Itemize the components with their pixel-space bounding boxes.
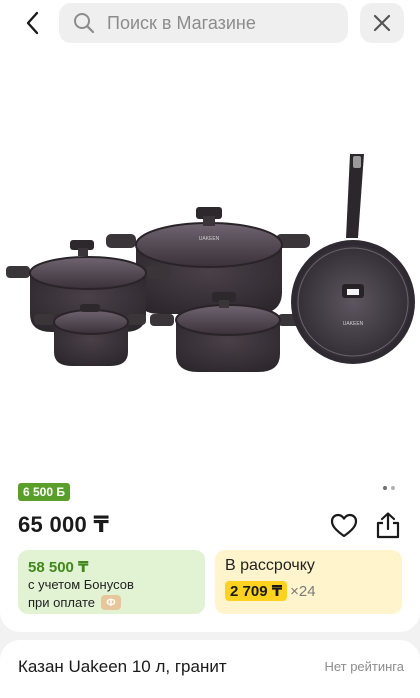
- chevron-left-icon: [26, 11, 39, 35]
- bonus-price-caption: с учетом Бонусов: [28, 577, 134, 592]
- gallery-dot: [391, 486, 395, 490]
- product-title-bar[interactable]: Казан Uakeen 10 л, гранит Нет рейтинга: [0, 640, 420, 698]
- gallery-dot: [383, 486, 387, 490]
- product-card: UAKEEN UAKEEN 6 500 Б 65 000 ₸ 58 500 ₸ …: [0, 52, 420, 632]
- favorite-button[interactable]: [330, 513, 358, 539]
- installment-box[interactable]: В рассрочку 2 709 ₸ ×24: [215, 550, 402, 614]
- search-input[interactable]: Поиск в Магазине: [59, 3, 348, 43]
- heart-icon: [330, 513, 358, 538]
- product-image[interactable]: UAKEEN UAKEEN: [0, 52, 420, 472]
- product-title: Казан Uakeen 10 л, гранит: [18, 657, 227, 676]
- search-icon: [71, 10, 97, 36]
- bonus-price-payment: при оплате Ф: [28, 595, 121, 610]
- close-button[interactable]: [360, 3, 404, 43]
- brand-text: UAKEEN: [199, 236, 220, 242]
- installment-months: ×24: [290, 582, 316, 600]
- bonus-price-payment-label: при оплате: [28, 595, 95, 610]
- installment-row: 2 709 ₸ ×24: [225, 581, 316, 601]
- share-icon: [376, 512, 400, 539]
- bonus-price-box[interactable]: 58 500 ₸ с учетом Бонусов при оплате Ф: [18, 550, 205, 614]
- close-icon: [373, 14, 391, 32]
- frying-pan: UAKEEN: [291, 154, 415, 364]
- top-bar: Поиск в Магазине: [0, 0, 420, 52]
- product-price: 65 000 ₸: [18, 512, 110, 537]
- bonus-badge: 6 500 Б: [18, 483, 70, 501]
- installment-monthly: 2 709 ₸: [225, 581, 288, 601]
- search-placeholder: Поиск в Магазине: [107, 12, 256, 33]
- rating-status[interactable]: Нет рейтинга: [324, 659, 404, 674]
- bonus-coin-icon: Ф: [100, 595, 121, 610]
- brand-text: UAKEEN: [343, 321, 364, 327]
- bonus-price-amount: 58 500 ₸: [28, 559, 89, 576]
- gallery-indicator: [383, 486, 395, 490]
- share-button[interactable]: [374, 511, 402, 539]
- back-button[interactable]: [18, 8, 48, 38]
- product-page: Поиск в Магазине UAKEEN UAKEEN 6 500 Б 6…: [0, 0, 420, 698]
- installment-title: В рассрочку: [225, 557, 315, 574]
